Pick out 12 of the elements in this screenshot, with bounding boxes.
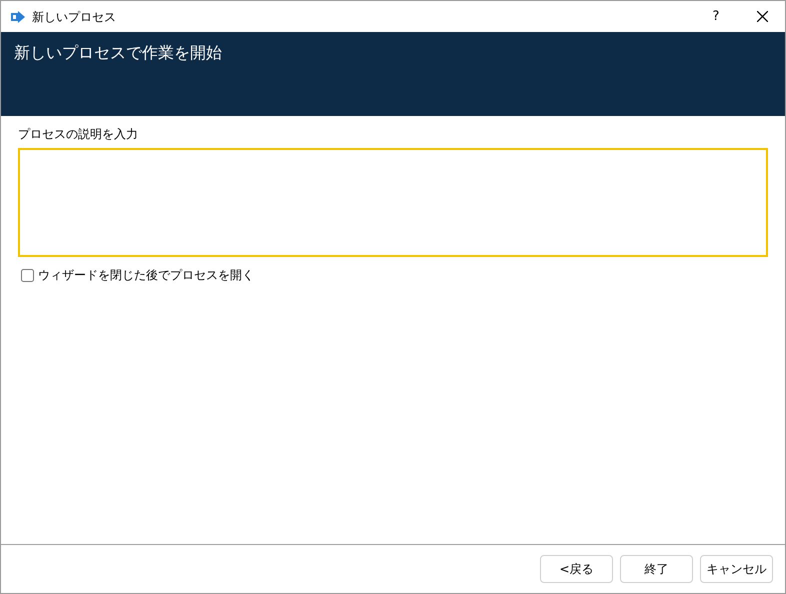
open-after-label: ウィザードを閉じた後でプロセスを開く bbox=[38, 267, 254, 284]
app-icon bbox=[11, 10, 25, 22]
dialog-button[interactable]: キャンセル bbox=[700, 555, 773, 583]
window-title: 新しいプロセス bbox=[32, 8, 116, 26]
dialog-button[interactable]: <戻る bbox=[540, 555, 613, 583]
dialog-button[interactable]: 終了 bbox=[620, 555, 693, 583]
description-field[interactable] bbox=[18, 148, 768, 257]
open-after-checkbox[interactable] bbox=[21, 268, 34, 282]
description-label: プロセスの説明を入力 bbox=[18, 126, 138, 143]
header-title: 新しいプロセスで作業を開始 bbox=[14, 42, 223, 64]
close-icon bbox=[756, 11, 768, 22]
help-button[interactable]: ? bbox=[693, 1, 739, 32]
